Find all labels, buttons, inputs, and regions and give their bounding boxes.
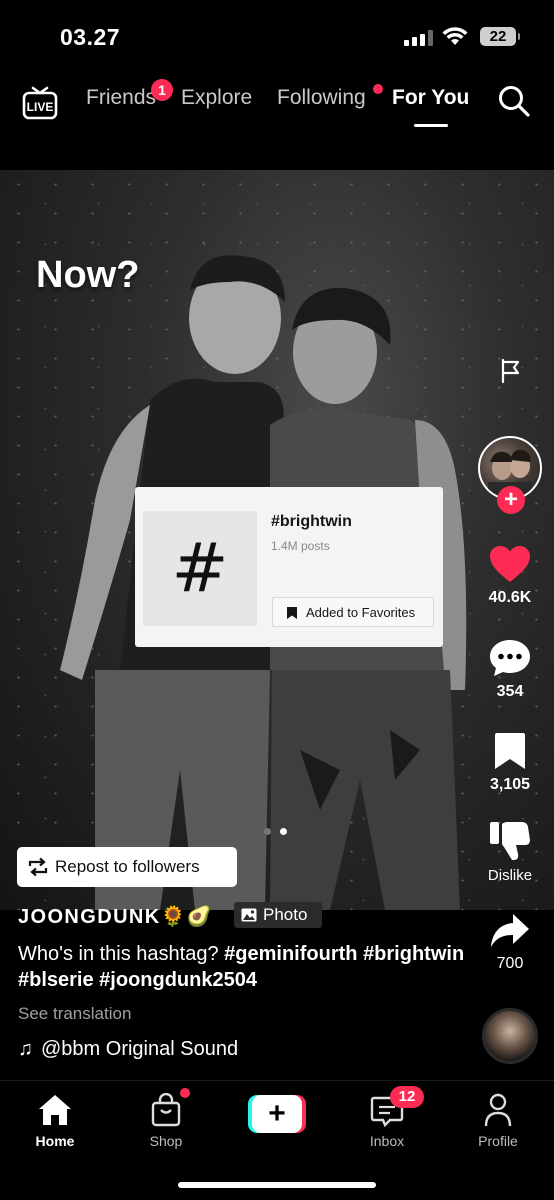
tab-profile[interactable]: Profile: [453, 1091, 543, 1149]
sound-disc[interactable]: [482, 1008, 538, 1064]
create-button[interactable]: +: [248, 1095, 306, 1133]
tab-shop[interactable]: Shop: [121, 1091, 211, 1149]
report-flag-icon[interactable]: [499, 358, 523, 384]
bookmark-icon: [495, 733, 525, 769]
active-tab-indicator: [414, 124, 448, 127]
share-icon: [491, 914, 529, 947]
repost-icon: [28, 857, 48, 877]
hashtag-icon: #: [143, 511, 257, 626]
dislike-button[interactable]: Dislike: [470, 820, 550, 884]
share-count: 700: [496, 955, 524, 972]
home-indicator: [178, 1182, 376, 1188]
like-count: 40.6K: [488, 589, 532, 606]
hashtag-name: #brightwin: [271, 513, 352, 530]
added-to-favorites-button[interactable]: Added to Favorites: [272, 597, 434, 627]
tab-home[interactable]: Home: [10, 1091, 100, 1149]
shop-bag-icon: [151, 1093, 181, 1127]
photo-pager: [264, 822, 296, 840]
repost-button[interactable]: Repost to followers: [17, 847, 237, 887]
tab-following[interactable]: Following: [277, 86, 366, 110]
caption-text: Who's in this hashtag?: [18, 943, 225, 965]
comment-button[interactable]: 354: [470, 638, 550, 701]
hashtag-link[interactable]: #blserie: [18, 969, 94, 991]
sound-link[interactable]: ♫ @bbm Original Sound: [18, 1038, 238, 1061]
favorites-label: Added to Favorites: [306, 605, 416, 620]
status-time: 03.27: [60, 24, 121, 50]
profile-icon: [484, 1093, 512, 1127]
tab-profile-label: Profile: [478, 1133, 518, 1149]
post-caption: Who's in this hashtag? #geminifourth #br…: [18, 941, 468, 993]
tab-explore[interactable]: Explore: [181, 86, 252, 110]
image-icon: [241, 908, 257, 922]
hashtag-card[interactable]: # #brightwin 1.4M posts Added to Favorit…: [135, 487, 443, 647]
search-icon[interactable]: [497, 84, 531, 118]
sound-name: @bbm Original Sound: [41, 1038, 239, 1060]
wifi-icon: [442, 27, 468, 45]
inbox-badge: 12: [390, 1086, 424, 1108]
following-dot: [373, 84, 383, 94]
see-translation-link[interactable]: See translation: [18, 1004, 131, 1024]
friends-badge: 1: [151, 79, 173, 101]
tab-shop-label: Shop: [149, 1133, 183, 1149]
share-button[interactable]: 700: [470, 912, 550, 973]
overlay-caption: Now?: [36, 254, 140, 296]
repost-label: Repost to followers: [55, 857, 200, 876]
home-icon: [39, 1095, 71, 1125]
bookmark-icon: [287, 607, 297, 619]
plus-icon: +: [252, 1095, 302, 1133]
tab-inbox-label: Inbox: [369, 1133, 405, 1149]
hashtag-link[interactable]: #joongdunk2504: [99, 969, 257, 991]
tab-for-you[interactable]: For You: [392, 86, 469, 110]
hashtag-post-count: 1.4M posts: [271, 539, 330, 553]
comment-icon: [490, 640, 530, 676]
live-icon[interactable]: LIVE: [20, 82, 60, 122]
signal-icon: [404, 30, 434, 46]
pager-dot-active: [280, 828, 287, 835]
top-navigation: LIVE Friends 1 Explore Following For You: [0, 72, 554, 132]
comment-count: 354: [496, 683, 524, 700]
hashtag-link[interactable]: #brightwin: [363, 943, 464, 965]
tab-friends[interactable]: Friends: [86, 86, 156, 110]
photo-chip-label: Photo: [263, 905, 308, 924]
author-name[interactable]: JOONGDUNK🌻🥑: [18, 904, 213, 929]
battery-icon: 22: [480, 27, 520, 46]
music-note-icon: ♫: [18, 1038, 33, 1060]
dislike-label: Dislike: [487, 867, 533, 884]
follow-button[interactable]: +: [497, 486, 525, 514]
shop-dot: [180, 1088, 190, 1098]
live-label: LIVE: [27, 100, 54, 114]
favorite-button[interactable]: 3,105: [470, 731, 550, 794]
pager-dot: [264, 828, 271, 835]
like-button[interactable]: 40.6K: [470, 544, 550, 607]
hashtag-link[interactable]: #geminifourth: [224, 943, 357, 965]
tab-home-label: Home: [35, 1133, 75, 1149]
heart-icon: [490, 546, 530, 582]
thumbs-down-icon: [490, 822, 530, 860]
favorite-count: 3,105: [489, 776, 531, 793]
status-bar: 03.27 22: [0, 0, 554, 70]
photo-type-chip: Photo: [234, 902, 322, 928]
